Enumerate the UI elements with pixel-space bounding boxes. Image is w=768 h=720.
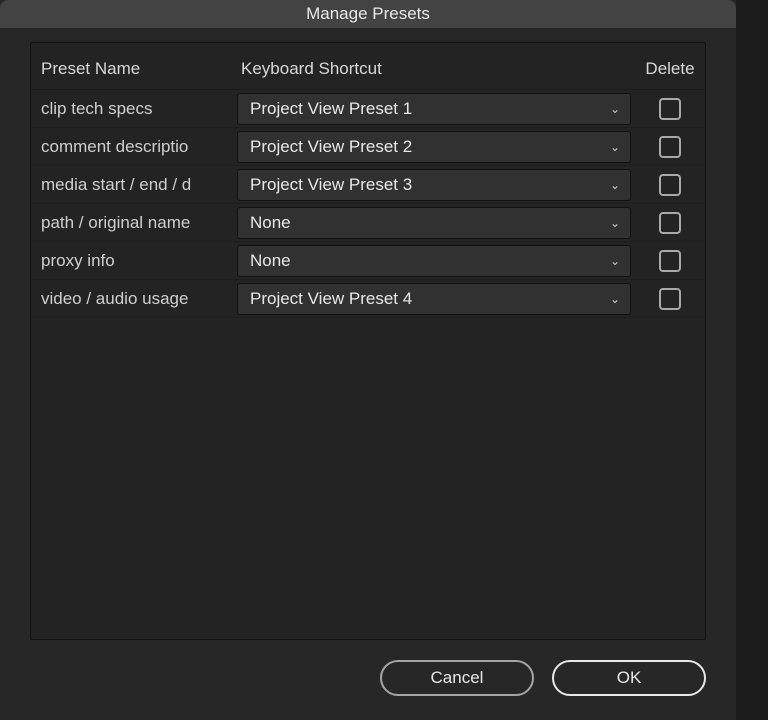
- shortcut-dropdown[interactable]: Project View Preset 3 ⌄: [237, 169, 631, 201]
- delete-cell: [635, 136, 705, 158]
- dropdown-selected-label: Project View Preset 2: [250, 137, 412, 157]
- table-row: video / audio usage Project View Preset …: [31, 280, 705, 318]
- shortcut-dropdown[interactable]: Project View Preset 2 ⌄: [237, 131, 631, 163]
- shortcut-cell: None ⌄: [237, 245, 635, 277]
- preset-name-cell: video / audio usage: [31, 289, 237, 309]
- column-header-keyboard-shortcut: Keyboard Shortcut: [237, 59, 635, 79]
- dropdown-selected-label: None: [250, 251, 291, 271]
- table-header-row: Preset Name Keyboard Shortcut Delete: [31, 43, 705, 90]
- delete-checkbox[interactable]: [659, 136, 681, 158]
- delete-checkbox[interactable]: [659, 174, 681, 196]
- column-header-preset-name: Preset Name: [31, 59, 237, 79]
- shortcut-cell: None ⌄: [237, 207, 635, 239]
- preset-name-cell: proxy info: [31, 251, 237, 271]
- column-header-delete: Delete: [635, 59, 705, 79]
- shortcut-dropdown[interactable]: Project View Preset 4 ⌄: [237, 283, 631, 315]
- table-row: comment descriptio Project View Preset 2…: [31, 128, 705, 166]
- preset-name-cell: path / original name: [31, 213, 237, 233]
- shortcut-cell: Project View Preset 1 ⌄: [237, 93, 635, 125]
- button-label: OK: [617, 668, 642, 688]
- preset-name-cell: clip tech specs: [31, 99, 237, 119]
- shortcut-cell: Project View Preset 2 ⌄: [237, 131, 635, 163]
- table-row: path / original name None ⌄: [31, 204, 705, 242]
- preset-name-cell: comment descriptio: [31, 137, 237, 157]
- shortcut-dropdown[interactable]: None ⌄: [237, 207, 631, 239]
- delete-cell: [635, 212, 705, 234]
- delete-checkbox[interactable]: [659, 288, 681, 310]
- chevron-down-icon: ⌄: [610, 254, 620, 268]
- table-row: media start / end / d Project View Prese…: [31, 166, 705, 204]
- delete-cell: [635, 288, 705, 310]
- presets-table: Preset Name Keyboard Shortcut Delete cli…: [30, 42, 706, 640]
- table-row: proxy info None ⌄: [31, 242, 705, 280]
- manage-presets-dialog: Manage Presets Preset Name Keyboard Shor…: [0, 0, 736, 720]
- chevron-down-icon: ⌄: [610, 216, 620, 230]
- shortcut-cell: Project View Preset 4 ⌄: [237, 283, 635, 315]
- delete-cell: [635, 98, 705, 120]
- table-row: clip tech specs Project View Preset 1 ⌄: [31, 90, 705, 128]
- dialog-button-row: Cancel OK: [30, 640, 706, 720]
- titlebar: Manage Presets: [0, 0, 736, 28]
- dropdown-selected-label: None: [250, 213, 291, 233]
- table-rows: clip tech specs Project View Preset 1 ⌄ …: [31, 90, 705, 318]
- shortcut-dropdown[interactable]: Project View Preset 1 ⌄: [237, 93, 631, 125]
- dialog-title: Manage Presets: [306, 4, 430, 24]
- delete-checkbox[interactable]: [659, 212, 681, 234]
- ok-button[interactable]: OK: [552, 660, 706, 696]
- chevron-down-icon: ⌄: [610, 178, 620, 192]
- chevron-down-icon: ⌄: [610, 102, 620, 116]
- dropdown-selected-label: Project View Preset 4: [250, 289, 412, 309]
- chevron-down-icon: ⌄: [610, 292, 620, 306]
- delete-cell: [635, 250, 705, 272]
- shortcut-cell: Project View Preset 3 ⌄: [237, 169, 635, 201]
- delete-cell: [635, 174, 705, 196]
- dialog-body: Preset Name Keyboard Shortcut Delete cli…: [0, 30, 736, 720]
- preset-name-cell: media start / end / d: [31, 175, 237, 195]
- cancel-button[interactable]: Cancel: [380, 660, 534, 696]
- dropdown-selected-label: Project View Preset 3: [250, 175, 412, 195]
- delete-checkbox[interactable]: [659, 250, 681, 272]
- chevron-down-icon: ⌄: [610, 140, 620, 154]
- dropdown-selected-label: Project View Preset 1: [250, 99, 412, 119]
- button-label: Cancel: [431, 668, 484, 688]
- shortcut-dropdown[interactable]: None ⌄: [237, 245, 631, 277]
- delete-checkbox[interactable]: [659, 98, 681, 120]
